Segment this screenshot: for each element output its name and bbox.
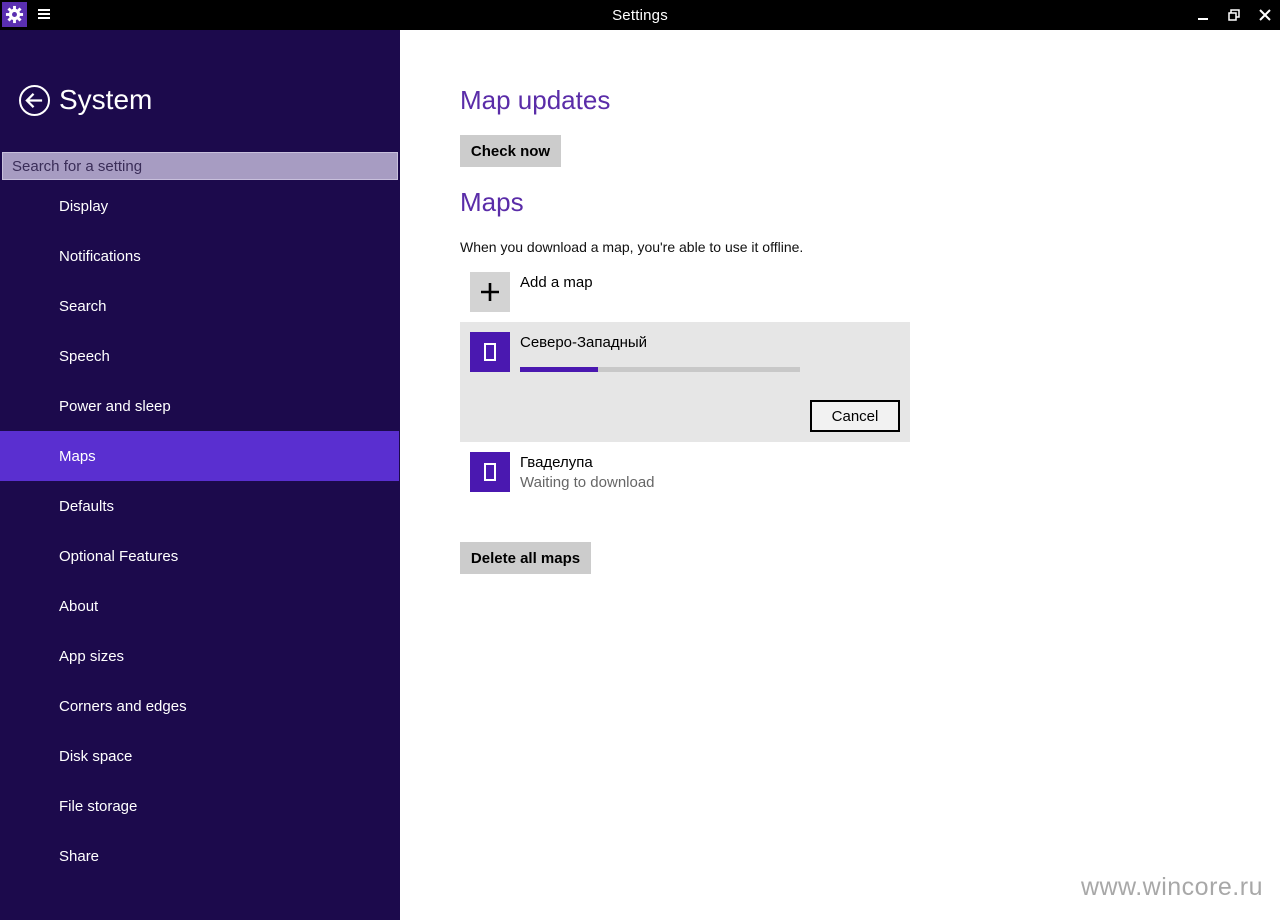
sidebar-item-optional-features[interactable]: Optional Features (0, 531, 399, 581)
map-download-item[interactable]: Северо-Западный Cancel (460, 322, 910, 442)
delete-all-maps-button[interactable]: Delete all maps (460, 542, 591, 574)
title-bar: Settings (0, 0, 1280, 30)
sidebar: System Display Notifications Search Spee… (0, 30, 400, 920)
sidebar-item-power-and-sleep[interactable]: Power and sleep (0, 381, 399, 431)
map-name: Северо-Западный (520, 334, 648, 351)
sidebar-item-share[interactable]: Share (0, 831, 399, 881)
page-title: System (59, 84, 153, 115)
map-updates-heading: Map updates (460, 85, 611, 115)
sidebar-item-maps[interactable]: Maps (0, 431, 399, 481)
cancel-button[interactable]: Cancel (810, 400, 900, 432)
download-progress-fill (520, 367, 599, 372)
plus-icon[interactable] (470, 272, 510, 312)
search-box[interactable] (2, 152, 398, 180)
sidebar-item-display[interactable]: Display (0, 181, 399, 231)
sidebar-item-disk-space[interactable]: Disk space (0, 731, 399, 781)
sidebar-item-about[interactable]: About (0, 581, 399, 631)
back-arrow-icon[interactable] (19, 85, 50, 116)
sidebar-item-search[interactable]: Search (0, 281, 399, 331)
search-input[interactable] (3, 153, 397, 179)
map-icon (470, 452, 510, 492)
close-icon[interactable] (1250, 0, 1280, 30)
sidebar-item-notifications[interactable]: Notifications (0, 231, 399, 281)
map-icon (470, 332, 510, 372)
main-content: Map updates Check now Maps When you down… (400, 30, 1280, 920)
watermark: www.wincore.ru (1080, 873, 1263, 901)
minimize-icon[interactable] (1188, 0, 1218, 30)
window-title: Settings (612, 7, 668, 24)
map-name[interactable]: Гваделупа (520, 454, 593, 471)
sidebar-item-corners-and-edges[interactable]: Corners and edges (0, 681, 399, 731)
maps-heading: Maps (460, 187, 524, 217)
sidebar-item-app-sizes[interactable]: App sizes (0, 631, 399, 681)
add-map-label[interactable]: Add a map (520, 274, 593, 291)
download-progress-bar (520, 367, 800, 372)
maps-description: When you download a map, you're able to … (460, 239, 804, 255)
sidebar-item-defaults[interactable]: Defaults (0, 481, 399, 531)
restore-icon[interactable] (1219, 0, 1249, 30)
map-status: Waiting to download (520, 474, 655, 491)
sidebar-item-file-storage[interactable]: File storage (0, 781, 399, 831)
check-now-button[interactable]: Check now (460, 135, 561, 167)
sidebar-item-speech[interactable]: Speech (0, 331, 399, 381)
